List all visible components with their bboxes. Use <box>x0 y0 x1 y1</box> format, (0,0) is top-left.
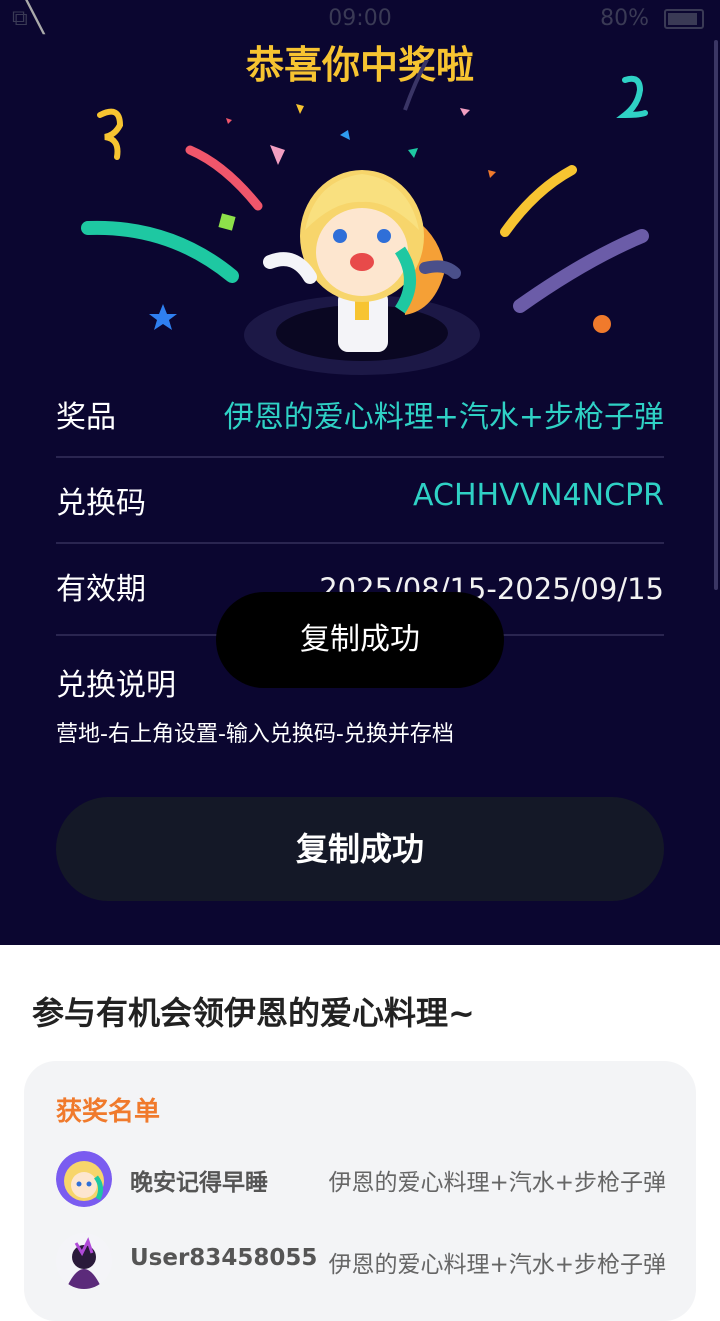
copy-success-toast: 复制成功 <box>216 592 504 688</box>
instructions-label: 兑换说明 <box>56 668 176 703</box>
winners-title: 获奖名单 <box>56 1097 161 1127</box>
winners-card: 获奖名单 晚安记得早睡 伊恩的爱心料理+汽水+步枪子弹 User83458055… <box>24 1061 696 1321</box>
code-row: 兑换码 ACHHVVN4NCPR <box>56 456 664 544</box>
list-item: User83458055 伊恩的爱心料理+汽水+步枪子弹 <box>56 1233 666 1293</box>
winner-name: 晚安记得早睡 <box>130 1170 268 1196</box>
prize-value: 伊恩的爱心料理+汽水+步枪子弹 <box>223 400 664 435</box>
battery-icon <box>664 9 704 29</box>
promo-title: 参与有机会领伊恩的爱心料理~ <box>32 994 475 1032</box>
copy-code-button[interactable]: 复制成功 <box>56 797 664 901</box>
winner-prize: 伊恩的爱心料理+汽水+步枪子弹 <box>328 1252 666 1278</box>
avatar[interactable] <box>56 1233 112 1289</box>
redeem-code[interactable]: ACHHVVN4NCPR <box>413 478 664 513</box>
avatar[interactable] <box>56 1151 112 1207</box>
back-arrow-icon[interactable]: ╲ <box>26 0 58 35</box>
status-right: 80% <box>600 6 704 31</box>
list-item: 晚安记得早睡 伊恩的爱心料理+汽水+步枪子弹 <box>56 1151 666 1211</box>
winner-prize: 伊恩的爱心料理+汽水+步枪子弹 <box>328 1170 666 1196</box>
prize-panel: ⧉ 09:00 80% ╲ 恭喜你中奖啦 奖品 伊恩的爱心料理+汽水+步枪子弹 … <box>0 0 720 945</box>
winner-name: User83458055 <box>130 1245 318 1271</box>
celebration-illustration <box>81 60 649 375</box>
instructions-text: 营地-右上角设置-输入兑换码-兑换并存档 <box>56 722 454 747</box>
code-label: 兑换码 <box>56 486 146 521</box>
prize-label: 奖品 <box>56 400 116 435</box>
validity-label: 有效期 <box>56 572 146 607</box>
battery-percent: 80% <box>600 6 649 31</box>
prize-row: 奖品 伊恩的爱心料理+汽水+步枪子弹 <box>56 370 664 458</box>
status-bar: ⧉ 09:00 80% <box>0 0 720 36</box>
